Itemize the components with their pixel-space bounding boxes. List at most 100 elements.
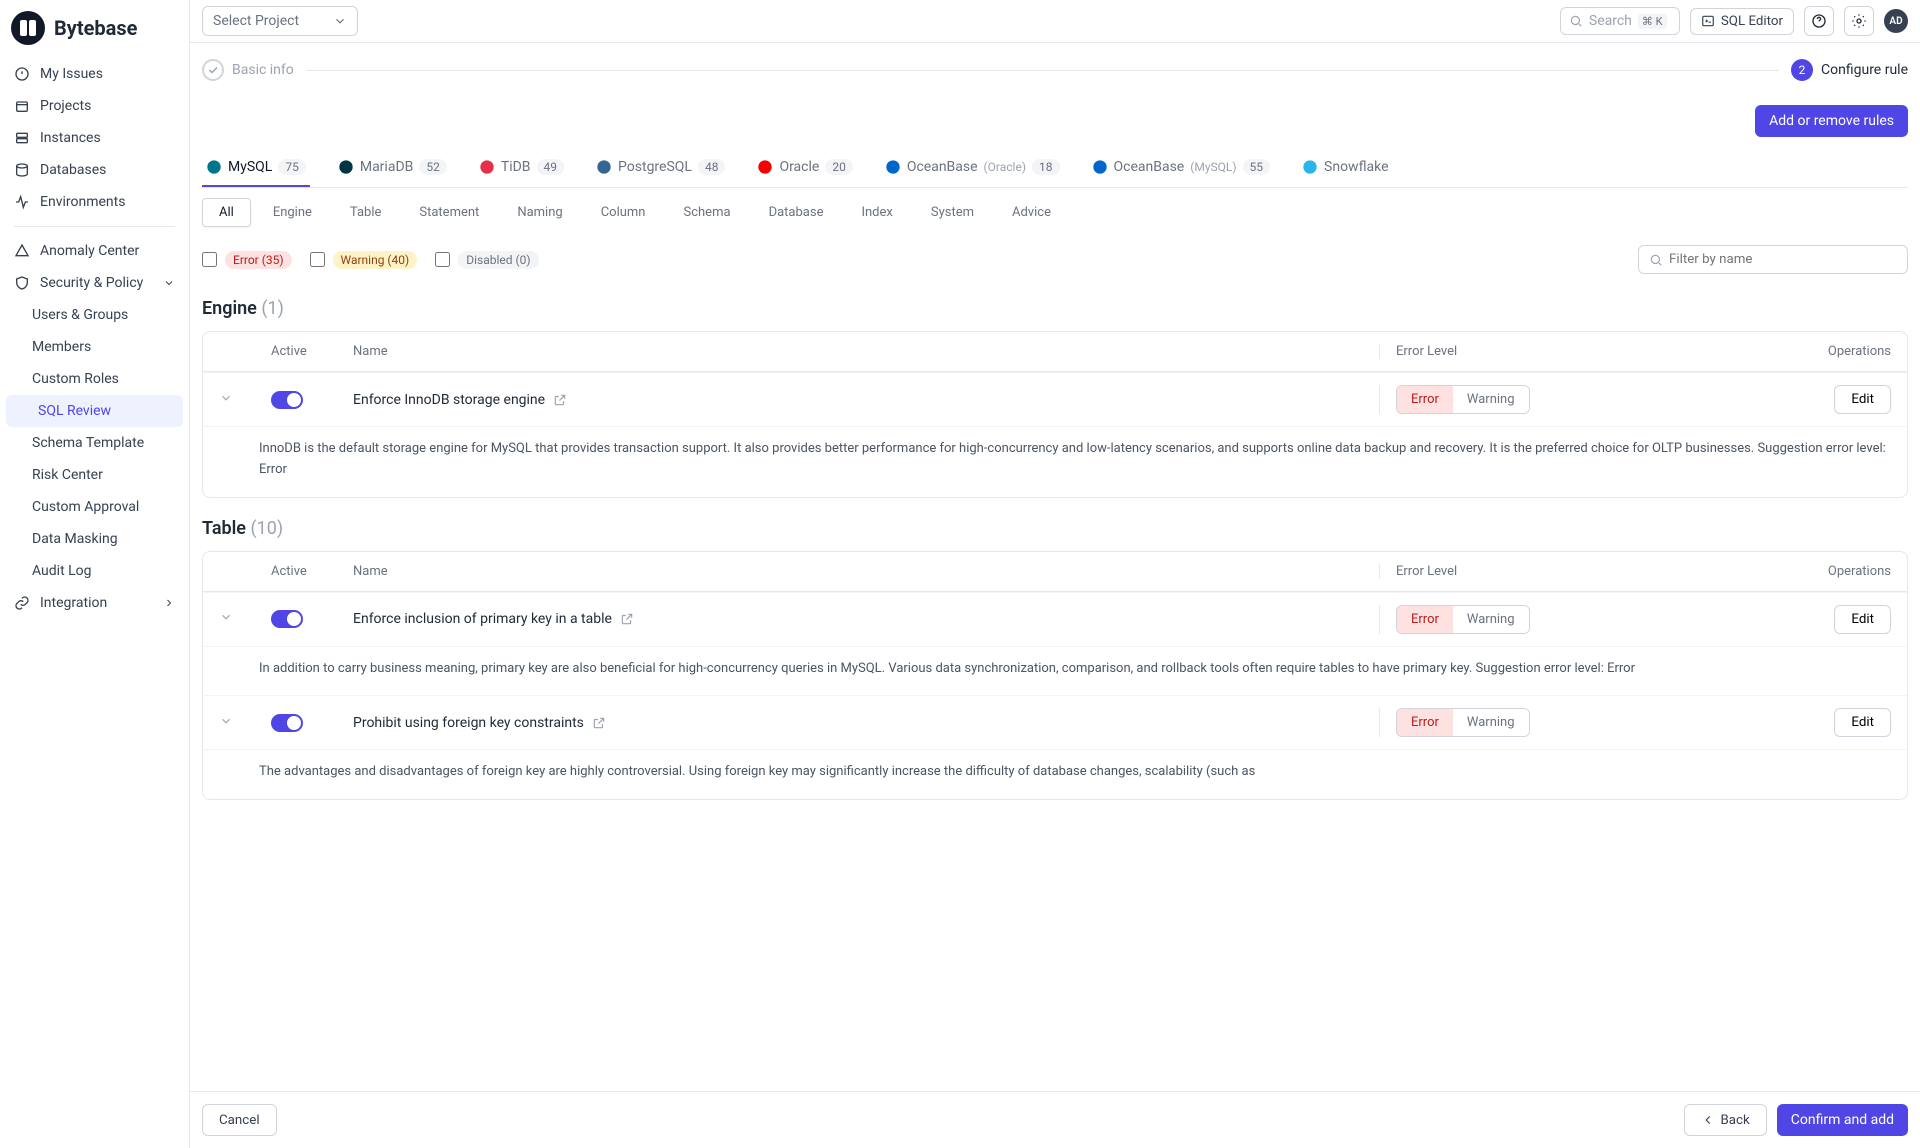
- db-tab-postgresql[interactable]: PostgreSQL48: [592, 149, 729, 187]
- step-1[interactable]: Basic info: [202, 59, 294, 81]
- db-tab-oceanbase[interactable]: OceanBase(Oracle)18: [881, 149, 1064, 187]
- active-toggle[interactable]: [271, 610, 303, 628]
- cat-tab-table[interactable]: Table: [334, 199, 397, 226]
- nav-my-issues[interactable]: My Issues: [0, 58, 189, 90]
- back-button[interactable]: Back: [1684, 1104, 1767, 1136]
- external-link-icon[interactable]: [592, 716, 606, 730]
- level-warning[interactable]: Warning: [1453, 606, 1529, 633]
- db-tab-label: MySQL: [228, 159, 272, 175]
- active-toggle[interactable]: [271, 714, 303, 732]
- checkbox[interactable]: [202, 252, 217, 267]
- rule-row: Prohibit using foreign key constraints E…: [203, 695, 1907, 749]
- nav-security[interactable]: Security & Policy: [0, 267, 189, 299]
- cat-tab-schema[interactable]: Schema: [668, 199, 747, 226]
- expand-toggle[interactable]: [219, 714, 259, 732]
- level-error[interactable]: Error: [1397, 386, 1453, 413]
- col-operations: Operations: [1751, 564, 1891, 579]
- error-level-toggle[interactable]: ErrorWarning: [1396, 605, 1530, 634]
- nav-custom-approval[interactable]: Custom Approval: [0, 491, 189, 523]
- nav-schema-template[interactable]: Schema Template: [0, 427, 189, 459]
- db-tab-oracle[interactable]: Oracle20: [753, 149, 856, 187]
- nav-audit-log[interactable]: Audit Log: [0, 555, 189, 587]
- level-warning[interactable]: Warning: [1453, 709, 1529, 736]
- checkbox[interactable]: [435, 252, 450, 267]
- nav-users[interactable]: Users & Groups: [0, 299, 189, 331]
- db-tab-label: OceanBase: [1114, 159, 1185, 175]
- nav-environments[interactable]: Environments: [0, 186, 189, 218]
- cat-tab-statement[interactable]: Statement: [403, 199, 495, 226]
- edit-button[interactable]: Edit: [1834, 605, 1891, 634]
- nav-label: Projects: [40, 98, 91, 114]
- section-count: (10): [250, 518, 283, 539]
- nav-label: Users & Groups: [32, 307, 128, 323]
- nav-integration[interactable]: Integration: [0, 587, 189, 619]
- nav-custom-roles[interactable]: Custom Roles: [0, 363, 189, 395]
- rule-description: InnoDB is the default storage engine for…: [203, 426, 1907, 497]
- nav-label: Custom Approval: [32, 499, 139, 515]
- nav-sql-review[interactable]: SQL Review: [6, 395, 183, 427]
- nav-databases[interactable]: Databases: [0, 154, 189, 186]
- chevron-down-icon: [163, 277, 175, 289]
- step-2: 2Configure rule: [1791, 59, 1908, 81]
- checkbox[interactable]: [310, 252, 325, 267]
- db-tab-mariadb[interactable]: MariaDB52: [334, 149, 451, 187]
- error-pill: Error (35): [225, 251, 292, 269]
- step-label: Configure rule: [1821, 62, 1908, 78]
- db-tab-label: MariaDB: [360, 159, 414, 175]
- nav-instances[interactable]: Instances: [0, 122, 189, 154]
- expand-toggle[interactable]: [219, 610, 259, 628]
- sql-editor-button[interactable]: SQL Editor: [1690, 8, 1794, 35]
- help-button[interactable]: [1804, 6, 1834, 36]
- avatar-initials: AD: [1889, 16, 1902, 27]
- add-remove-rules-button[interactable]: Add or remove rules: [1755, 105, 1908, 137]
- cat-tab-all[interactable]: All: [202, 198, 251, 227]
- global-search[interactable]: Search⌘ K: [1560, 7, 1680, 35]
- bytebase-logo-icon: [10, 10, 46, 46]
- cat-tab-database[interactable]: Database: [753, 199, 840, 226]
- shield-icon: [14, 275, 30, 291]
- external-link-icon[interactable]: [620, 612, 634, 626]
- filter-search[interactable]: [1638, 245, 1908, 274]
- confirm-button[interactable]: Confirm and add: [1777, 1104, 1908, 1136]
- expand-toggle[interactable]: [219, 391, 259, 409]
- cat-tab-system[interactable]: System: [915, 199, 990, 226]
- nav-risk-center[interactable]: Risk Center: [0, 459, 189, 491]
- error-level-toggle[interactable]: ErrorWarning: [1396, 385, 1530, 414]
- project-selector-label: Select Project: [213, 13, 299, 29]
- level-warning[interactable]: Warning: [1453, 386, 1529, 413]
- db-tab-mysql[interactable]: MySQL75: [202, 149, 310, 187]
- cat-tab-naming[interactable]: Naming: [501, 199, 578, 226]
- filter-warning[interactable]: Warning (40): [310, 251, 418, 269]
- db-tab-tidb[interactable]: TiDB49: [475, 149, 568, 187]
- cancel-button[interactable]: Cancel: [202, 1104, 277, 1136]
- cat-tab-column[interactable]: Column: [585, 199, 662, 226]
- active-toggle[interactable]: [271, 391, 303, 409]
- cat-tab-index[interactable]: Index: [845, 199, 908, 226]
- logo-text: Bytebase: [54, 16, 137, 40]
- db-tab-snowflake[interactable]: Snowflake: [1298, 149, 1393, 187]
- external-link-icon[interactable]: [553, 393, 567, 407]
- db-tab-label: Oracle: [779, 159, 819, 175]
- project-selector[interactable]: Select Project: [202, 6, 358, 36]
- anomaly-icon: [14, 243, 30, 259]
- cat-tab-engine[interactable]: Engine: [257, 199, 328, 226]
- nav-anomaly[interactable]: Anomaly Center: [0, 235, 189, 267]
- nav-projects[interactable]: Projects: [0, 90, 189, 122]
- filter-error[interactable]: Error (35): [202, 251, 292, 269]
- db-tab-oceanbase[interactable]: OceanBase(MySQL)55: [1088, 149, 1275, 187]
- settings-button[interactable]: [1844, 6, 1874, 36]
- filter-input[interactable]: [1669, 252, 1897, 267]
- nav-data-masking[interactable]: Data Masking: [0, 523, 189, 555]
- db-tab-suffix: (Oracle): [984, 160, 1026, 174]
- error-level-toggle[interactable]: ErrorWarning: [1396, 708, 1530, 737]
- level-error[interactable]: Error: [1397, 606, 1453, 633]
- level-error[interactable]: Error: [1397, 709, 1453, 736]
- nav-members[interactable]: Members: [0, 331, 189, 363]
- projects-icon: [14, 98, 30, 114]
- cat-tab-advice[interactable]: Advice: [996, 199, 1067, 226]
- sidebar: Bytebase My Issues Projects Instances Da…: [0, 0, 190, 1148]
- filter-disabled[interactable]: Disabled (0): [435, 251, 538, 269]
- user-avatar[interactable]: AD: [1884, 9, 1908, 33]
- edit-button[interactable]: Edit: [1834, 385, 1891, 414]
- edit-button[interactable]: Edit: [1834, 708, 1891, 737]
